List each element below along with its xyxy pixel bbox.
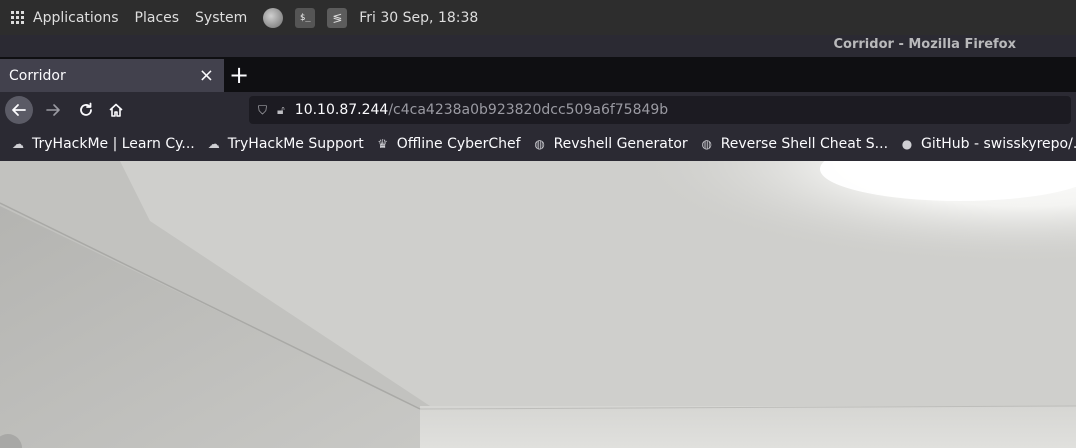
- bookmark-tryhackme[interactable]: ☁ TryHackMe | Learn Cy...: [10, 136, 195, 152]
- navigation-toolbar: ⛉ 🔓︎ 10.10.87.244/c4ca4238a0b923820dcc50…: [0, 92, 1076, 127]
- arrow-left-icon: [12, 104, 26, 116]
- reload-button[interactable]: [72, 96, 100, 124]
- cloud-icon: ☁: [12, 137, 24, 151]
- corridor-image: [0, 161, 1076, 448]
- menu-system[interactable]: System: [195, 10, 247, 26]
- page-content-corridor-image: [0, 161, 1076, 448]
- bookmark-label: Revshell Generator: [553, 136, 688, 152]
- chef-hat-icon: ♛: [377, 137, 389, 151]
- bookmark-reverse-shell-cheat[interactable]: ◍ Reverse Shell Cheat S...: [699, 136, 888, 152]
- tab-title: Corridor: [9, 67, 66, 84]
- lock-slash-icon[interactable]: 🔓︎: [277, 103, 285, 118]
- home-button[interactable]: [102, 96, 130, 124]
- forward-button[interactable]: [39, 96, 67, 124]
- globe-icon: ◍: [534, 137, 545, 151]
- window-titlebar: Corridor - Mozilla Firefox: [0, 35, 1076, 57]
- system-top-bar: Applications Places System $_ ≶ Fri 30 S…: [0, 0, 1076, 35]
- bookmark-label: TryHackMe | Learn Cy...: [32, 136, 195, 152]
- tab-strip: Corridor × +: [0, 57, 1076, 92]
- url-bar[interactable]: ⛉ 🔓︎ 10.10.87.244/c4ca4238a0b923820dcc50…: [249, 96, 1071, 124]
- new-tab-button[interactable]: +: [229, 61, 249, 89]
- menu-applications[interactable]: Applications: [33, 10, 119, 26]
- bookmarks-toolbar: ☁ TryHackMe | Learn Cy... ☁ TryHackMe Su…: [0, 127, 1076, 161]
- url-path: /c4ca4238a0b923820dcc509a6f75849b: [388, 102, 669, 118]
- apps-grid-icon[interactable]: [11, 10, 25, 25]
- tab-corridor[interactable]: Corridor ×: [0, 59, 224, 92]
- bookmark-cyberchef[interactable]: ♛ Offline CyberChef: [375, 136, 521, 152]
- bookmark-github[interactable]: ● GitHub - swisskyrepo/...: [899, 136, 1076, 152]
- firefox-launcher-icon[interactable]: [263, 7, 284, 28]
- bookmark-label: GitHub - swisskyrepo/...: [921, 136, 1076, 152]
- github-icon: ●: [901, 137, 913, 151]
- app-launcher-icon[interactable]: ≶: [327, 7, 348, 28]
- back-button[interactable]: [5, 96, 33, 124]
- bookmark-tryhackme-support[interactable]: ☁ TryHackMe Support: [206, 136, 364, 152]
- bookmark-label: Offline CyberChef: [396, 136, 521, 152]
- close-tab-icon[interactable]: ×: [199, 65, 214, 86]
- home-icon: [109, 103, 123, 117]
- bookmark-label: Reverse Shell Cheat S...: [720, 136, 889, 152]
- bookmark-revshell-generator[interactable]: ◍ Revshell Generator: [532, 136, 688, 152]
- menu-places[interactable]: Places: [135, 10, 180, 26]
- cloud-icon: ☁: [207, 137, 220, 151]
- terminal-launcher-icon[interactable]: $_: [295, 7, 316, 28]
- arrow-right-icon: [46, 104, 60, 116]
- globe-icon: ◍: [701, 137, 712, 151]
- bookmark-label: TryHackMe Support: [227, 136, 364, 152]
- reload-icon: [80, 102, 92, 116]
- shield-icon[interactable]: ⛉: [258, 103, 267, 118]
- clock[interactable]: Fri 30 Sep, 18:38: [359, 10, 478, 26]
- url-host: 10.10.87.244: [294, 102, 389, 118]
- window-title: Corridor - Mozilla Firefox: [833, 37, 1016, 52]
